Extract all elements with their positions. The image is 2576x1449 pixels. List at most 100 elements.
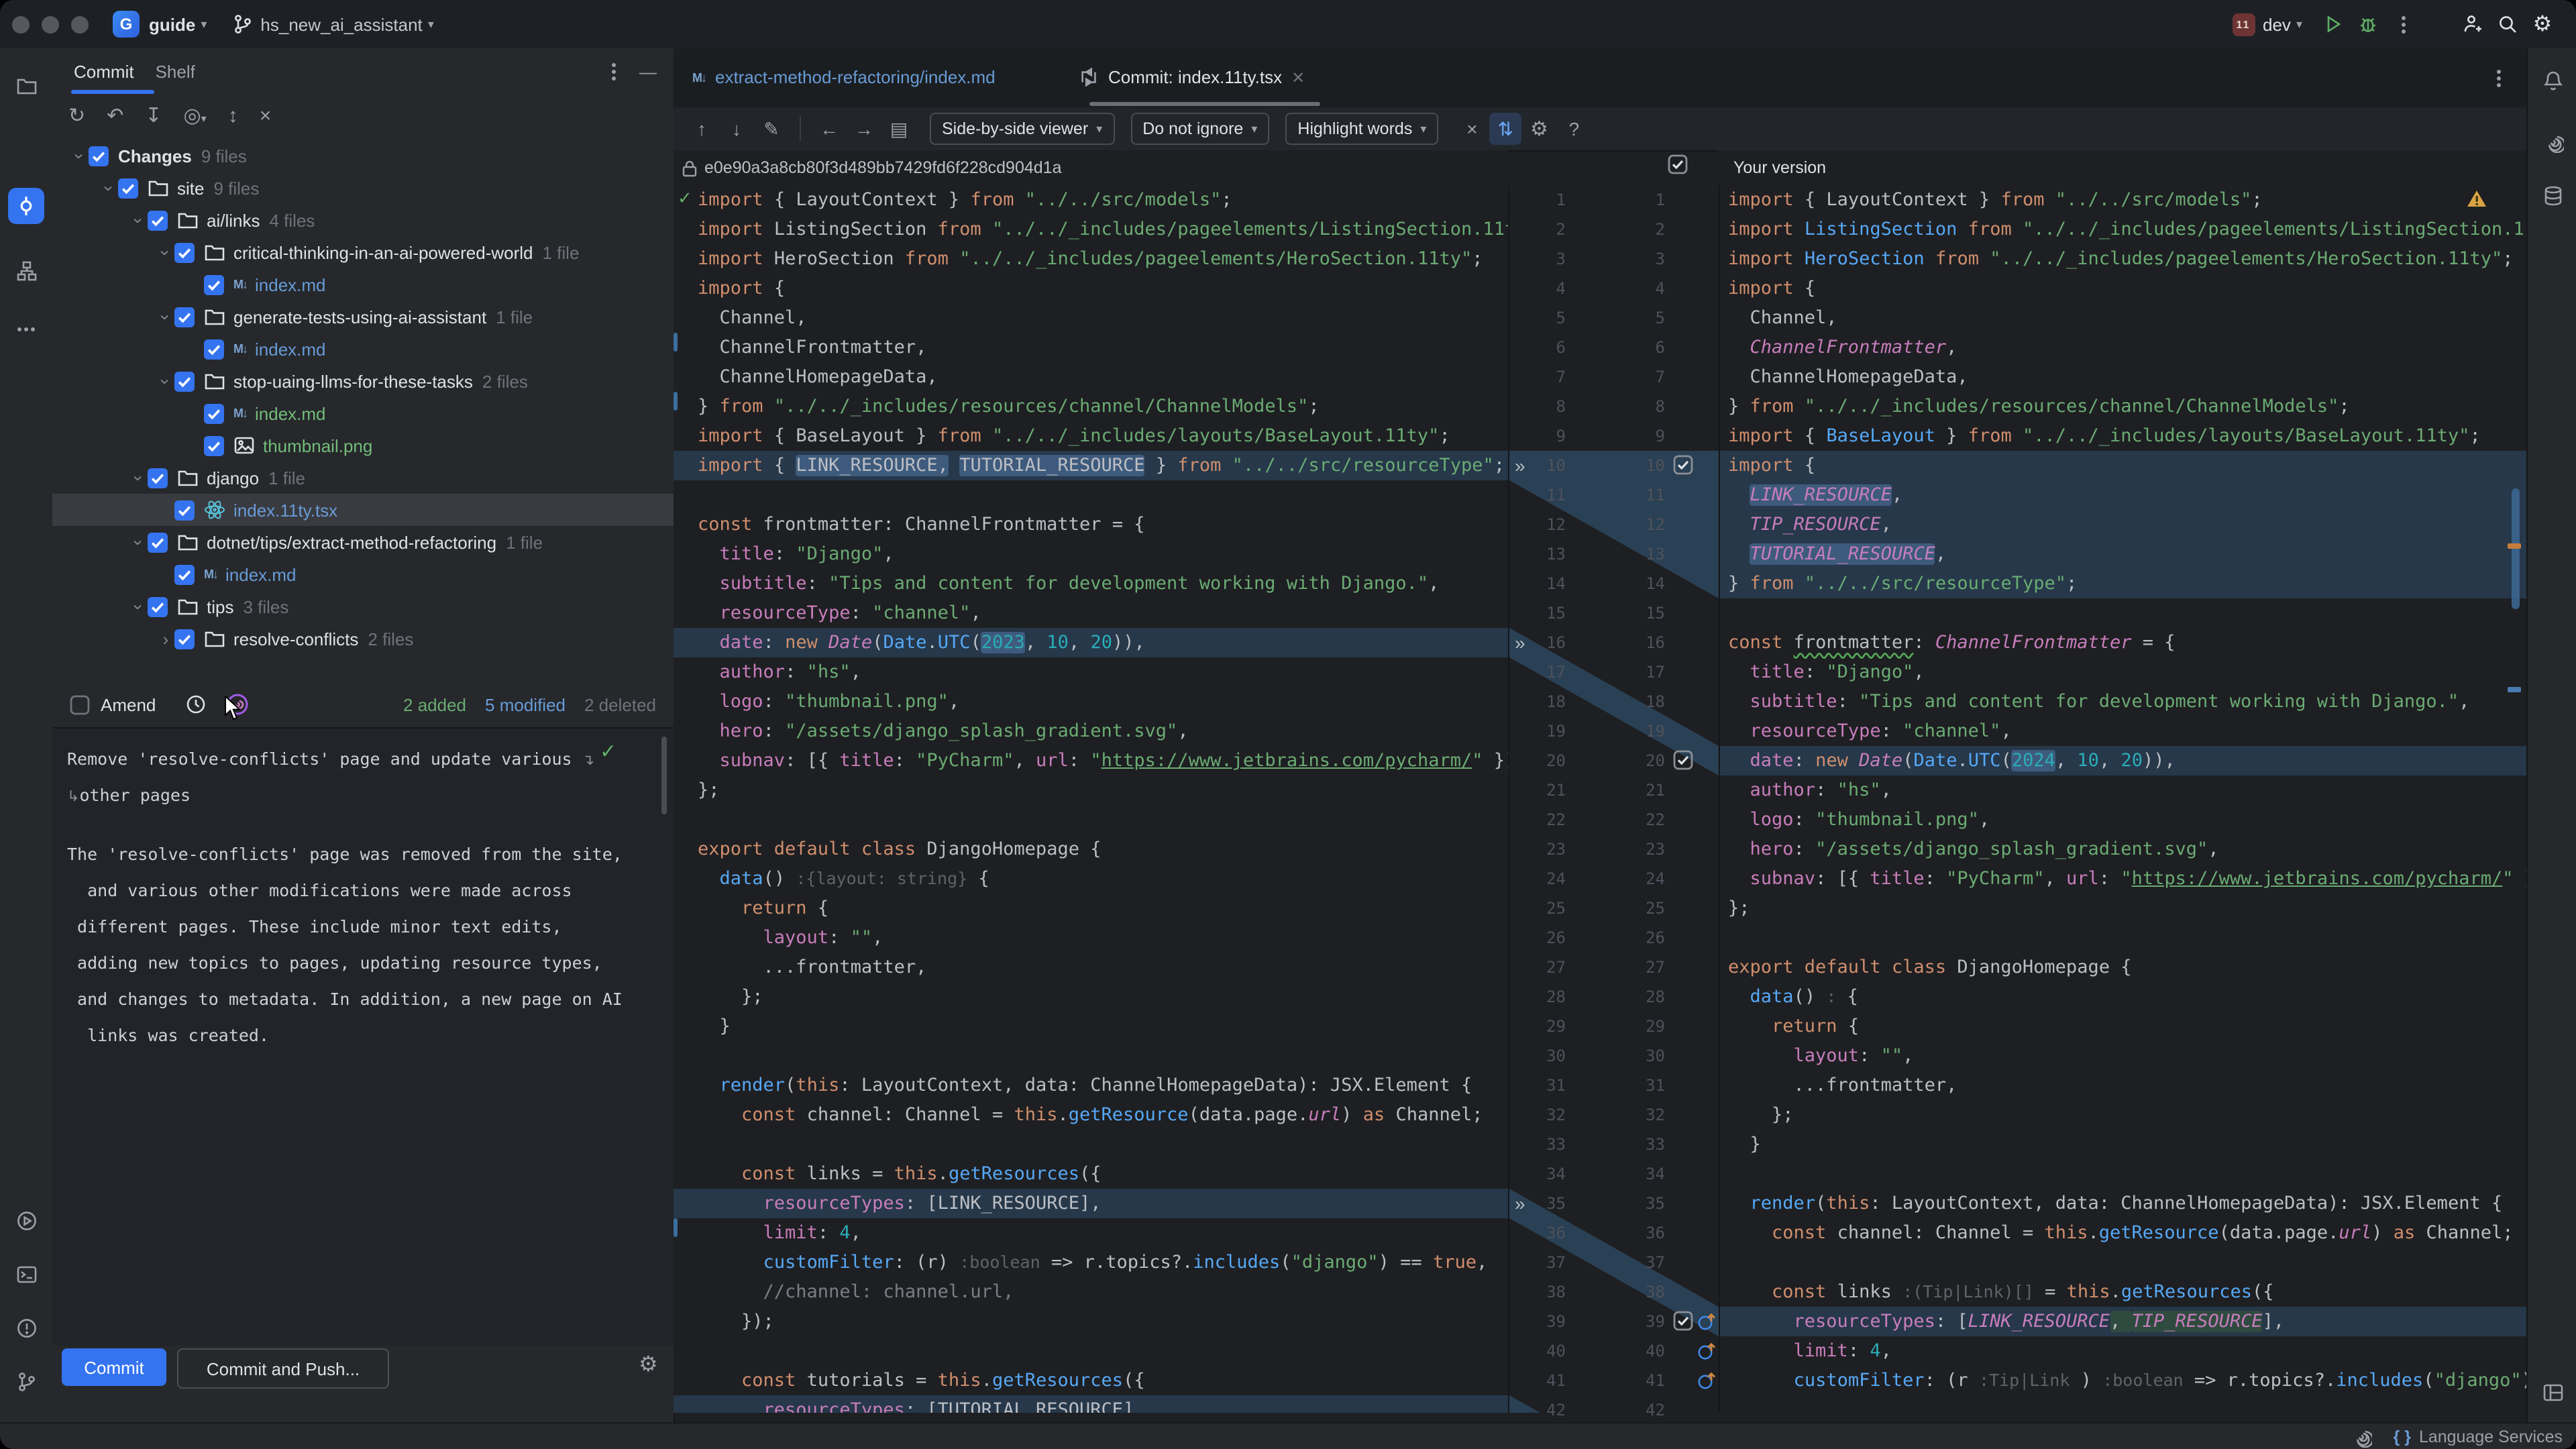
code-line-37[interactable]: customFilter: (r) :boolean => r.topics?.… [674, 1248, 1508, 1277]
code-line-29[interactable]: return { [1717, 1012, 2526, 1041]
language-services-status[interactable]: Language Services [2419, 1428, 2563, 1446]
code-line-41[interactable]: customFilter: (r :Tip|Link ) :boolean =>… [1717, 1366, 2526, 1395]
tree-chevron-icon[interactable]: › [99, 179, 119, 197]
next-difference-icon[interactable]: ↓ [719, 118, 754, 140]
diff-settings-gear-icon[interactable]: ⚙ [1521, 117, 1556, 141]
code-line-38[interactable]: //channel: channel.url, [674, 1277, 1508, 1307]
commit-message-subject[interactable]: Remove 'resolve-conflicts' page and upda… [67, 742, 594, 814]
run-icon[interactable] [2316, 7, 2351, 42]
code-line-28[interactable]: }; [674, 982, 1508, 1012]
code-line-3[interactable]: import HeroSection from "../../_includes… [674, 244, 1508, 274]
search-icon[interactable] [2490, 7, 2525, 42]
code-line-35[interactable]: resourceTypes: [LINK_RESOURCE], [674, 1189, 1508, 1218]
code-line-13[interactable]: title: "Django", [674, 539, 1508, 569]
hide-panel-icon[interactable]: — [631, 54, 665, 89]
code-line-23[interactable]: export default class DjangoHomepage { [674, 835, 1508, 864]
message-scrollbar[interactable] [661, 737, 667, 814]
ignore-policy-dropdown[interactable]: Do not ignore▾ [1130, 113, 1269, 145]
code-line-6[interactable]: ChannelFrontmatter, [1717, 333, 2526, 362]
tree-checkbox[interactable] [89, 146, 109, 166]
code-line-22[interactable] [674, 805, 1508, 835]
code-line-28[interactable]: data() : { [1717, 982, 2526, 1012]
prev-difference-icon[interactable]: ↑ [684, 118, 719, 140]
code-line-36[interactable]: const channel: Channel = this.getResourc… [1717, 1218, 2526, 1248]
collapse-all-icon[interactable]: × [260, 104, 272, 127]
tree-row-dotnet-tips-extract-method-refactoring[interactable]: ›dotnet/tips/extract-method-refactoring1… [52, 526, 674, 558]
tab-commit-diff[interactable]: Commit: index.11ty.tsx ✕ [1079, 48, 1305, 106]
code-line-12[interactable]: const frontmatter: ChannelFrontmatter = … [674, 510, 1508, 539]
include-change-checkbox[interactable] [1673, 455, 1693, 475]
tree-checkbox[interactable] [204, 274, 224, 294]
code-line-32[interactable]: }; [1717, 1100, 2526, 1130]
shelve-icon[interactable]: ↧ [145, 103, 162, 127]
code-line-24[interactable]: data() :{layout: string} { [674, 864, 1508, 894]
code-line-14[interactable]: subtitle: "Tips and content for developm… [674, 569, 1508, 598]
code-line-20[interactable]: date: new Date(Date.UTC(2024, 10, 20)), [1717, 746, 2526, 775]
code-line-22[interactable]: logo: "thumbnail.png", [1717, 805, 2526, 835]
code-line-2[interactable]: import ListingSection from "../../_inclu… [1717, 215, 2526, 244]
code-line-25[interactable]: return { [674, 894, 1508, 923]
tree-row-index-11ty-tsx[interactable]: index.11ty.tsx [52, 494, 674, 526]
tree-checkbox[interactable] [174, 307, 195, 327]
code-line-16[interactable]: const frontmatter: ChannelFrontmatter = … [1717, 628, 2526, 657]
code-line-30[interactable]: layout: "", [1717, 1041, 2526, 1071]
tree-row-index-md[interactable]: M↓index.md [52, 558, 674, 590]
rollback-icon[interactable]: ↶ [107, 103, 123, 127]
code-line-3[interactable]: import HeroSection from "../../_includes… [1717, 244, 2526, 274]
code-line-42[interactable]: resourceTypes: [TUTORIAL_RESOURCE] [674, 1395, 1508, 1413]
code-line-40[interactable]: limit: 4, [1717, 1336, 2526, 1366]
expand-all-icon[interactable]: ↕ [228, 104, 238, 127]
code-line-18[interactable]: logo: "thumbnail.png", [674, 687, 1508, 716]
tree-checkbox[interactable] [174, 500, 195, 520]
close-icon[interactable]: ✕ [1291, 68, 1305, 87]
revert-change-icon[interactable] [1697, 1342, 1716, 1360]
code-line-4[interactable]: import { [1717, 274, 2526, 303]
code-line-7[interactable]: ChannelHomepageData, [1717, 362, 2526, 392]
ai-status-icon[interactable] [2351, 1426, 2372, 1448]
help-icon[interactable]: ? [1556, 118, 1591, 140]
window-close-button[interactable] [12, 15, 30, 33]
code-line-27[interactable]: export default class DjangoHomepage { [1717, 953, 2526, 982]
sync-scroll-icon[interactable]: ⇅ [1489, 113, 1521, 145]
compare-file-icon[interactable]: ▤ [881, 117, 916, 140]
code-line-36[interactable]: limit: 4, [674, 1218, 1508, 1248]
tree-chevron-icon[interactable]: › [129, 533, 149, 551]
code-line-31[interactable]: render(this: LayoutContext, data: Channe… [674, 1071, 1508, 1100]
code-line-7[interactable]: ChannelHomepageData, [674, 362, 1508, 392]
refresh-icon[interactable]: ↻ [68, 103, 85, 127]
code-line-15[interactable] [1717, 598, 2526, 628]
code-line-26[interactable]: layout: "", [674, 923, 1508, 953]
database-icon[interactable] [2534, 177, 2571, 213]
go-right-icon[interactable]: → [847, 118, 881, 140]
all-changes-checkbox[interactable] [1668, 154, 1688, 174]
highlight-policy-dropdown[interactable]: Highlight words▾ [1285, 113, 1438, 145]
tree-checkbox[interactable] [148, 596, 168, 616]
commit-message-area[interactable]: Remove 'resolve-conflicts' page and upda… [52, 727, 674, 1346]
code-line-1[interactable]: import { LayoutContext } from "../../src… [1717, 185, 2526, 215]
code-line-6[interactable]: ChannelFrontmatter, [674, 333, 1508, 362]
diff-right-pane[interactable]: import { LayoutContext } from "../../src… [1717, 185, 2526, 1413]
code-line-27[interactable]: ...frontmatter, [674, 953, 1508, 982]
more-tools-icon[interactable] [8, 311, 44, 347]
tab-index-md[interactable]: M↓ extract-method-refactoring/index.md [692, 48, 996, 106]
editor-options-icon[interactable] [2481, 60, 2516, 95]
code-line-30[interactable] [674, 1041, 1508, 1071]
code-line-29[interactable]: } [674, 1012, 1508, 1041]
revert-change-icon[interactable] [1697, 1371, 1716, 1390]
terminal-icon[interactable] [8, 1256, 44, 1292]
tree-row-ai-links[interactable]: ›ai/links4 files [52, 204, 674, 236]
code-line-13[interactable]: TUTORIAL_RESOURCE, [1717, 539, 2526, 569]
tree-chevron-icon[interactable]: › [156, 308, 176, 325]
project-folder-icon[interactable] [8, 67, 44, 103]
diff-left-pane[interactable]: import { LayoutContext } from "../../src… [674, 185, 1508, 1413]
warning-icon[interactable] [2466, 189, 2487, 208]
window-zoom-button[interactable] [71, 15, 89, 33]
include-change-checkbox[interactable] [1673, 750, 1693, 770]
notifications-bell-icon[interactable] [2534, 62, 2571, 98]
code-line-25[interactable]: }; [1717, 894, 2526, 923]
code-line-40[interactable] [674, 1336, 1508, 1366]
code-line-11[interactable]: LINK_RESOURCE, [1717, 480, 2526, 510]
tree-row-generate-tests-using-ai-assistant[interactable]: ›generate-tests-using-ai-assistant1 file [52, 301, 674, 333]
tab-shelf[interactable]: Shelf [156, 61, 195, 81]
commit-options-gear-icon[interactable]: ⚙ [639, 1351, 658, 1378]
